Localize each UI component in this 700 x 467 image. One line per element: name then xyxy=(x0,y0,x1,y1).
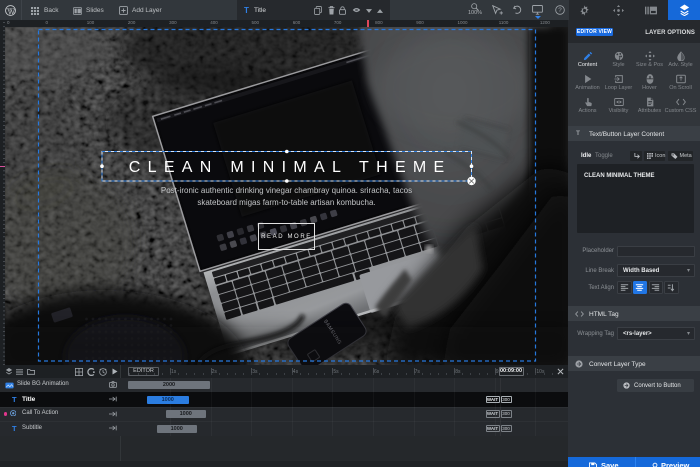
svg-text:?: ? xyxy=(558,7,562,14)
